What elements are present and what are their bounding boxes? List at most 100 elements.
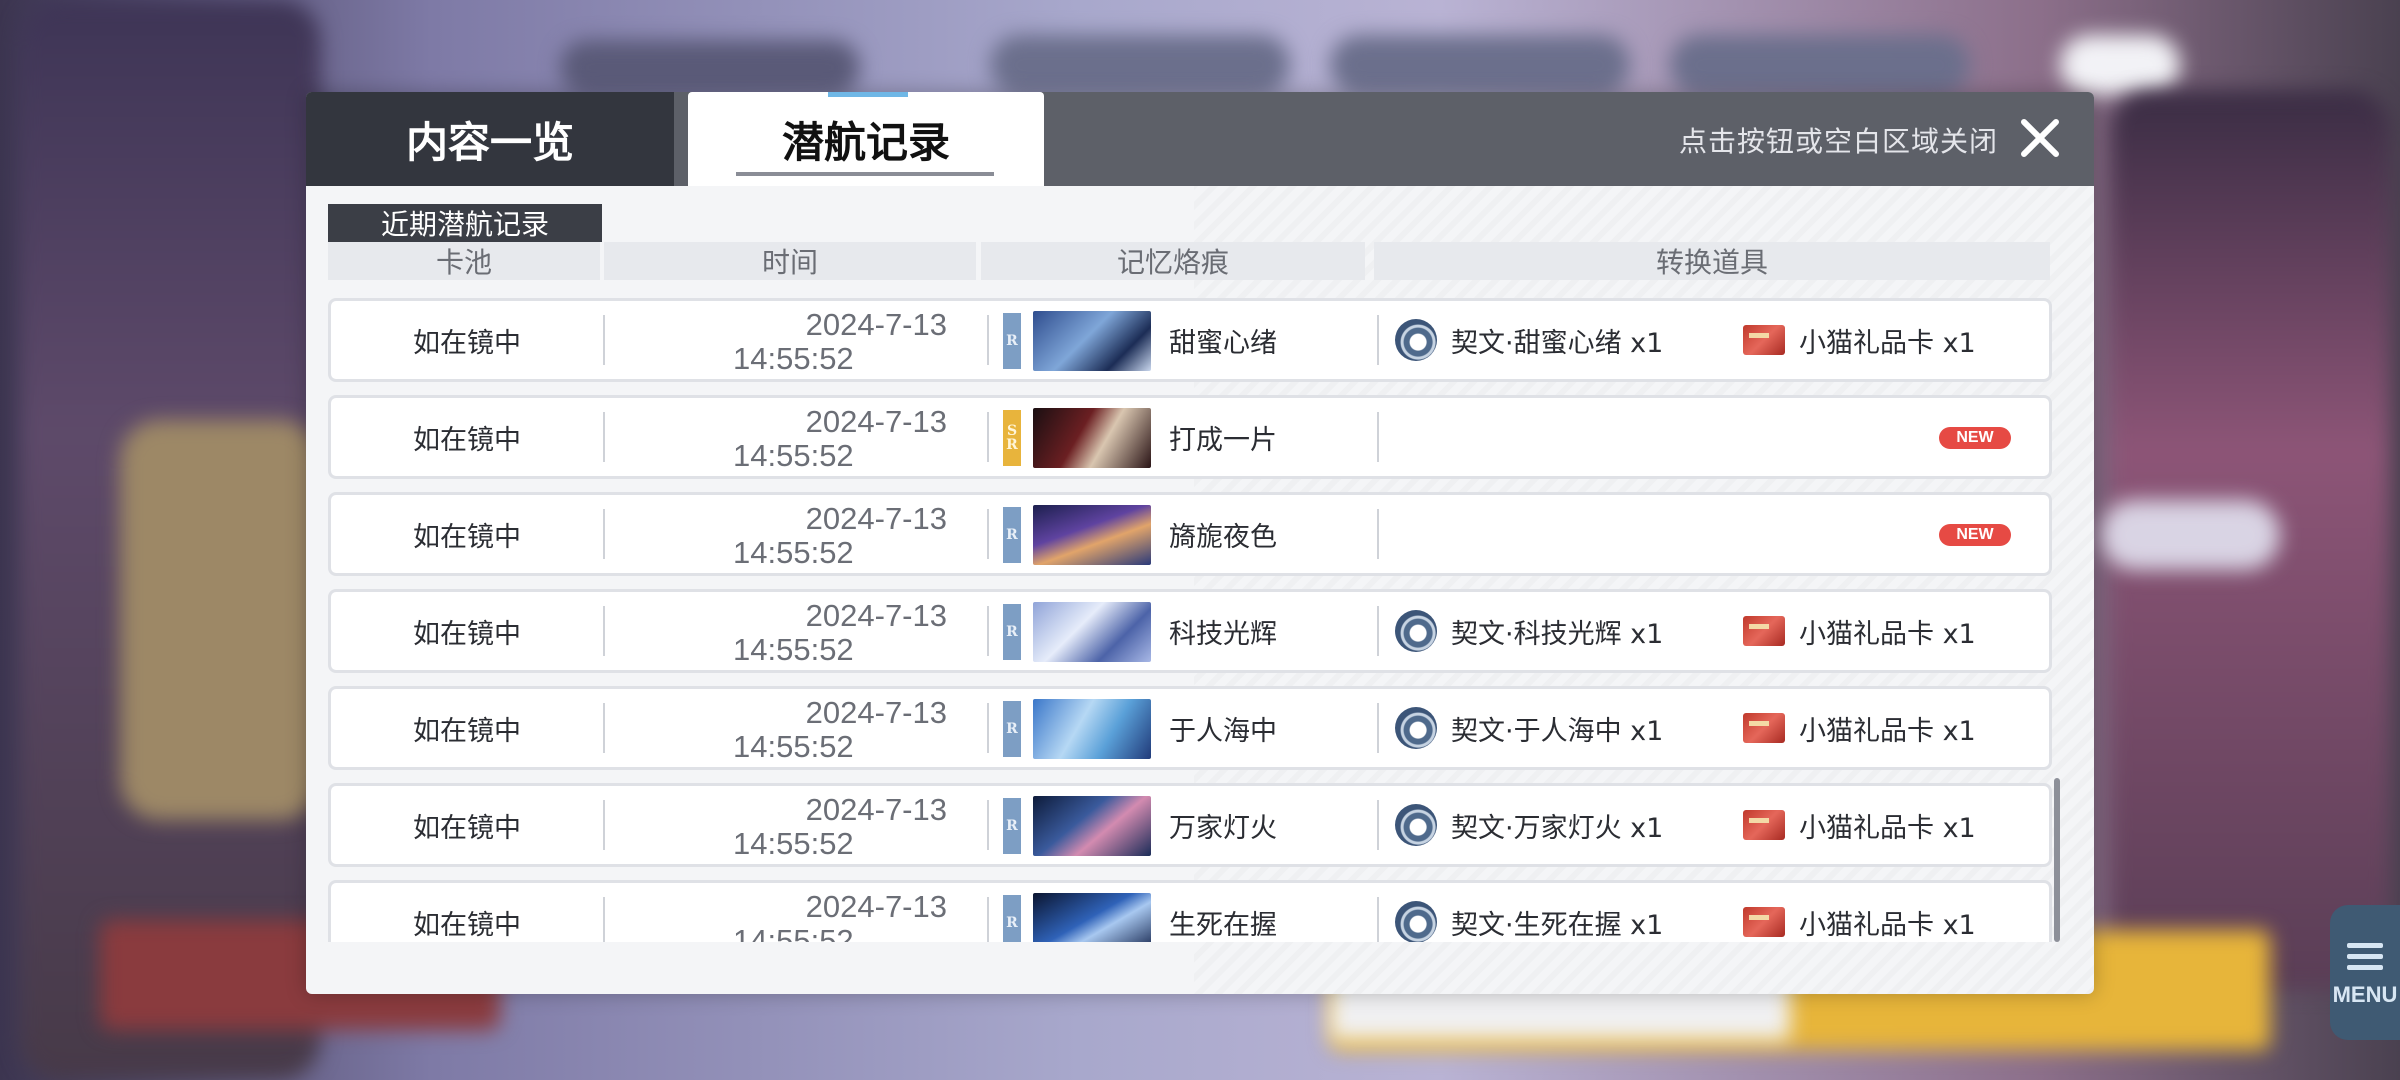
menu-icon <box>2347 937 2383 976</box>
rarity-badge: R <box>1003 701 1021 757</box>
rarity-badge: SR <box>1003 410 1021 466</box>
contract-item-label: 契文·万家灯火 x1 <box>1451 812 1664 844</box>
divider <box>1377 606 1379 656</box>
record-clock: 14:55:52 <box>733 923 854 943</box>
record-clock: 14:55:52 <box>733 438 854 473</box>
giftcard-item-label: 小猫礼品卡 x1 <box>1799 715 1976 747</box>
converted-item-giftcard: 小猫礼品卡 x1 <box>1743 689 1976 767</box>
record-row: 如在镜中 2024-7-13 14:55:52 R 旖旎夜色 NEW <box>328 492 2052 576</box>
column-header-time: 时间 <box>604 242 976 280</box>
gift-card-icon <box>1743 810 1785 840</box>
contract-coin-icon <box>1395 319 1437 361</box>
record-pool: 如在镜中 <box>413 715 521 747</box>
column-header-items: 转换道具 <box>1374 242 2050 280</box>
converted-item-contract: 契文·甜蜜心绪 x1 <box>1395 301 1663 379</box>
divider <box>1377 412 1379 462</box>
rarity-badge: R <box>1003 604 1021 660</box>
record-row: 如在镜中 2024-7-13 14:55:52 R 于人海中 契文·于人海中 x1 小猫礼品… <box>328 686 2052 770</box>
record-date: 2024-7-13 <box>805 695 947 730</box>
close-hint: 点击按钮或空白区域关闭 <box>1678 125 1998 158</box>
memory-thumbnail <box>1033 796 1151 856</box>
record-pool: 如在镜中 <box>413 424 521 456</box>
record-pool: 如在镜中 <box>413 521 521 553</box>
divider <box>987 509 989 559</box>
memory-thumbnail <box>1033 699 1151 759</box>
close-icon[interactable] <box>2016 114 2064 162</box>
record-time: 2024-7-13 14:55:52 <box>601 503 981 573</box>
column-header-pool: 卡池 <box>328 242 600 280</box>
record-clock: 14:55:52 <box>733 826 854 861</box>
record-date: 2024-7-13 <box>805 501 947 536</box>
gift-card-icon <box>1743 907 1785 937</box>
converted-item-giftcard: 小猫礼品卡 x1 <box>1743 301 1976 379</box>
record-clock: 14:55:52 <box>733 632 854 667</box>
menu-label: MENU <box>2332 982 2398 1007</box>
tab-bar: 内容一览 潜航记录 点击按钮或空白区域关闭 <box>306 92 2094 186</box>
column-header-memory: 记忆烙痕 <box>981 242 1365 280</box>
contract-coin-icon <box>1395 804 1437 846</box>
contract-item-label: 契文·生死在握 x1 <box>1451 909 1664 941</box>
rarity-badge: R <box>1003 798 1021 854</box>
rarity-badge: R <box>1003 895 1021 942</box>
divider <box>987 315 989 365</box>
memory-name: 旖旎夜色 <box>1169 521 1277 553</box>
menu-button[interactable]: MENU <box>2330 905 2400 1040</box>
converted-item-contract: 契文·万家灯火 x1 <box>1395 786 1663 864</box>
record-date: 2024-7-13 <box>805 792 947 827</box>
record-clock: 14:55:52 <box>733 729 854 764</box>
divider <box>1377 703 1379 753</box>
record-pool: 如在镜中 <box>413 812 521 844</box>
record-list[interactable]: 如在镜中 2024-7-13 14:55:52 R 甜蜜心绪 契文·甜蜜心绪 x1 小猫礼品… <box>328 298 2054 942</box>
record-date: 2024-7-13 <box>805 404 947 439</box>
contract-item-label: 契文·甜蜜心绪 x1 <box>1451 327 1664 359</box>
record-time: 2024-7-13 14:55:52 <box>601 406 981 476</box>
divider <box>987 412 989 462</box>
memory-thumbnail <box>1033 893 1151 942</box>
record-time: 2024-7-13 14:55:52 <box>601 697 981 767</box>
converted-item-contract: 契文·于人海中 x1 <box>1395 689 1663 767</box>
converted-item-giftcard: 小猫礼品卡 x1 <box>1743 786 1976 864</box>
record-time: 2024-7-13 14:55:52 <box>601 794 981 864</box>
gift-card-icon <box>1743 713 1785 743</box>
converted-item-giftcard: 小猫礼品卡 x1 <box>1743 883 1976 942</box>
divider <box>987 606 989 656</box>
memory-thumbnail <box>1033 505 1151 565</box>
record-time: 2024-7-13 14:55:52 <box>601 889 981 943</box>
record-pool: 如在镜中 <box>413 909 521 941</box>
memory-name: 打成一片 <box>1169 424 1277 456</box>
memory-name: 万家灯火 <box>1169 812 1277 844</box>
tab-dive-records[interactable]: 潜航记录 <box>688 92 1044 186</box>
converted-item-contract: 契文·科技光辉 x1 <box>1395 592 1663 670</box>
divider <box>1377 800 1379 850</box>
giftcard-item-label: 小猫礼品卡 x1 <box>1799 812 1976 844</box>
scrollbar-thumb[interactable] <box>2054 778 2060 942</box>
memory-name: 于人海中 <box>1169 715 1277 747</box>
contract-coin-icon <box>1395 901 1437 942</box>
memory-name: 生死在握 <box>1169 909 1277 941</box>
scrollbar[interactable] <box>2054 298 2060 942</box>
record-date: 2024-7-13 <box>805 598 947 633</box>
record-date: 2024-7-13 <box>805 889 947 924</box>
record-clock: 14:55:52 <box>733 341 854 376</box>
record-pool: 如在镜中 <box>413 327 521 359</box>
memory-thumbnail <box>1033 602 1151 662</box>
divider <box>987 897 989 942</box>
section-label: 近期潜航记录 <box>328 204 602 242</box>
contract-item-label: 契文·于人海中 x1 <box>1451 715 1664 747</box>
gacha-record-dialog: 内容一览 潜航记录 点击按钮或空白区域关闭 近期潜航记录 卡池 时间 记忆烙痕 … <box>306 92 2094 994</box>
rarity-badge: R <box>1003 507 1021 563</box>
record-row: 如在镜中 2024-7-13 14:55:52 R 甜蜜心绪 契文·甜蜜心绪 x1 小猫礼品… <box>328 298 2052 382</box>
record-row: 如在镜中 2024-7-13 14:55:52 R 万家灯火 契文·万家灯火 x1 小猫礼品… <box>328 783 2052 867</box>
new-badge: NEW <box>1939 524 2011 546</box>
record-time: 2024-7-13 14:55:52 <box>601 600 981 670</box>
contract-item-label: 契文·科技光辉 x1 <box>1451 618 1664 650</box>
memory-thumbnail <box>1033 311 1151 371</box>
memory-thumbnail <box>1033 408 1151 468</box>
converted-item-contract: 契文·生死在握 x1 <box>1395 883 1663 942</box>
record-pool: 如在镜中 <box>413 618 521 650</box>
gift-card-icon <box>1743 325 1785 355</box>
record-date: 2024-7-13 <box>805 307 947 342</box>
contract-coin-icon <box>1395 610 1437 652</box>
tab-content-overview[interactable]: 内容一览 <box>306 92 674 186</box>
divider <box>1377 897 1379 942</box>
